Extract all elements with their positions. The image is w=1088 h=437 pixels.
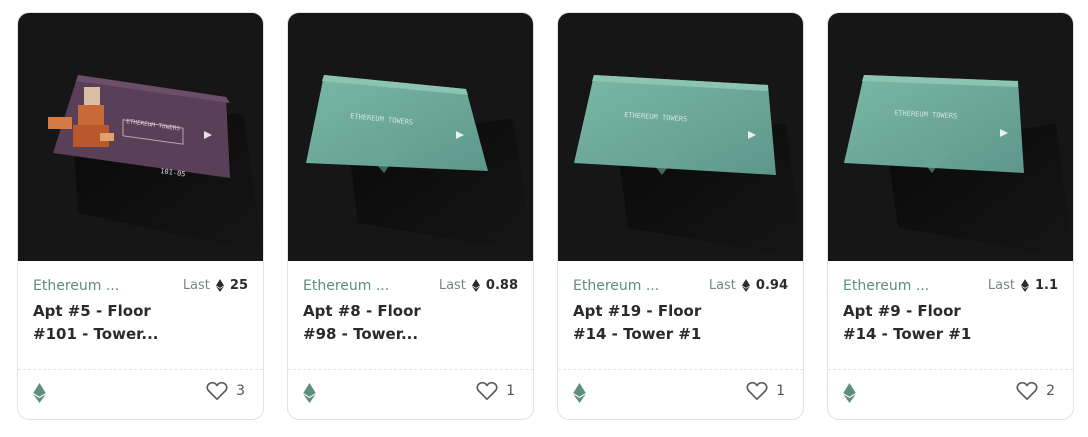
nft-title-line1: Apt #8 - Floor xyxy=(303,302,421,320)
nft-title[interactable]: Apt #19 - Floor #14 - Tower #1 xyxy=(573,300,783,346)
nft-card-artwork: ETHEREUM TOWERS xyxy=(574,75,803,258)
ethereum-icon xyxy=(843,383,856,403)
nft-title[interactable]: Apt #5 - Floor #101 - Tower... xyxy=(33,300,243,346)
last-label: Last xyxy=(438,278,466,293)
ethereum-icon xyxy=(1020,279,1029,292)
ethereum-icon xyxy=(303,383,316,403)
card-divider xyxy=(18,369,263,370)
like-button[interactable]: 2 xyxy=(1016,381,1055,401)
nft-title[interactable]: Apt #8 - Floor #98 - Tower... xyxy=(303,300,513,346)
card-divider xyxy=(828,369,1073,370)
heart-outline-icon xyxy=(746,381,768,400)
nft-image[interactable]: ETHEREUM TOWERS xyxy=(828,13,1073,261)
nft-card-artwork: ETHEREUM TOWERS 101-05 xyxy=(48,75,263,253)
nft-card-artwork: ETHEREUM TOWERS xyxy=(844,75,1073,258)
card-divider xyxy=(288,369,533,370)
last-price: Last 0.88 xyxy=(439,278,518,293)
last-price: Last 25 xyxy=(183,278,248,293)
like-count: 1 xyxy=(506,383,515,399)
like-count: 2 xyxy=(1046,383,1055,399)
nft-card[interactable]: ETHEREUM TOWERS Ethereum ... Last 0.94 A… xyxy=(557,12,804,420)
like-button[interactable]: 1 xyxy=(476,381,515,401)
ethereum-icon xyxy=(741,279,750,292)
nft-card[interactable]: ETHEREUM TOWERS Ethereum ... Last 1.1 Ap… xyxy=(827,12,1074,420)
nft-image[interactable]: ETHEREUM TOWERS xyxy=(288,13,533,261)
last-label: Last xyxy=(987,278,1015,293)
nft-card-artwork: ETHEREUM TOWERS xyxy=(306,75,533,253)
nft-title-line1: Apt #5 - Floor xyxy=(33,302,151,320)
collection-name[interactable]: Ethereum ... xyxy=(843,278,929,294)
nft-title[interactable]: Apt #9 - Floor #14 - Tower #1 xyxy=(843,300,1053,346)
heart-outline-icon xyxy=(476,381,498,400)
last-label: Last xyxy=(182,278,210,293)
like-count: 3 xyxy=(236,383,245,399)
last-label: Last xyxy=(708,278,736,293)
ethereum-icon xyxy=(33,383,46,403)
nft-title-line2: #101 - Tower... xyxy=(33,325,159,343)
price-value: 1.1 xyxy=(1034,278,1058,293)
like-button[interactable]: 3 xyxy=(206,381,245,401)
like-count: 1 xyxy=(776,383,785,399)
price-value: 25 xyxy=(229,278,248,293)
nft-image[interactable]: ETHEREUM TOWERS xyxy=(558,13,803,261)
collection-name[interactable]: Ethereum ... xyxy=(303,278,389,294)
last-price: Last 1.1 xyxy=(988,278,1058,293)
ethereum-icon xyxy=(471,279,480,292)
nft-card[interactable]: ETHEREUM TOWERS Ethereum ... Last 0.88 A… xyxy=(287,12,534,420)
ethereum-icon xyxy=(573,383,586,403)
nft-title-line2: #98 - Tower... xyxy=(303,325,419,343)
heart-outline-icon xyxy=(206,381,228,400)
nft-image[interactable]: ETHEREUM TOWERS 101-05 xyxy=(18,13,263,261)
price-value: 0.94 xyxy=(755,278,788,293)
ethereum-icon xyxy=(215,279,224,292)
collection-name[interactable]: Ethereum ... xyxy=(573,278,659,294)
like-button[interactable]: 1 xyxy=(746,381,785,401)
nft-title-line2: #14 - Tower #1 xyxy=(843,325,972,343)
card-divider xyxy=(558,369,803,370)
collection-name[interactable]: Ethereum ... xyxy=(33,278,119,294)
nft-title-line1: Apt #9 - Floor xyxy=(843,302,961,320)
heart-outline-icon xyxy=(1016,381,1038,400)
last-price: Last 0.94 xyxy=(709,278,788,293)
nft-title-line2: #14 - Tower #1 xyxy=(573,325,702,343)
nft-title-line1: Apt #19 - Floor xyxy=(573,302,702,320)
price-value: 0.88 xyxy=(485,278,518,293)
nft-card[interactable]: ETHEREUM TOWERS 101-05 Ethereum ... Last… xyxy=(17,12,264,420)
